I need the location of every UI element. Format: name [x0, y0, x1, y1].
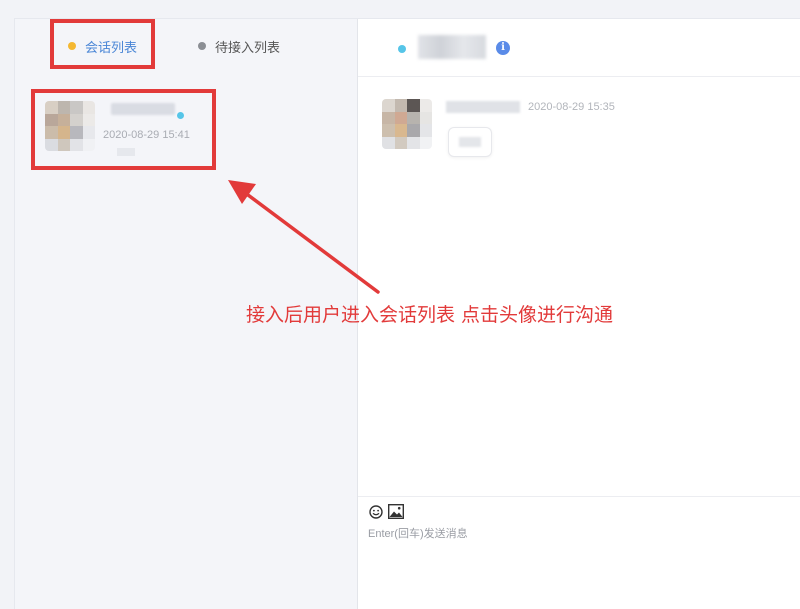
avatar[interactable] — [382, 99, 432, 149]
conversation-highlight-box — [31, 89, 216, 170]
chat-header: i — [358, 19, 800, 77]
contact-name-blurred — [418, 35, 486, 59]
tab-label: 待接入列表 — [215, 39, 281, 55]
sender-name-blurred — [446, 101, 520, 113]
online-indicator-icon — [398, 45, 406, 53]
annotation-text: 接入后用户进入会话列表 点击头像进行沟通 — [246, 304, 614, 326]
message-text-blurred — [459, 137, 481, 147]
message-bubble — [448, 127, 492, 157]
tab-pending-list[interactable]: 待接入列表 — [198, 36, 280, 56]
input-placeholder[interactable]: Enter(回车)发送消息 — [368, 525, 468, 541]
tab-highlight-box — [50, 19, 155, 69]
message-time: 2020-08-29 15:35 — [528, 101, 615, 113]
image-icon[interactable] — [388, 504, 404, 519]
info-icon[interactable]: i — [496, 41, 510, 55]
emoji-icon[interactable] — [369, 505, 383, 519]
status-dot-icon — [198, 42, 206, 50]
message-item: 2020-08-29 15:35 — [382, 99, 682, 179]
message-input-area[interactable]: Enter(回车)发送消息 — [358, 496, 800, 609]
